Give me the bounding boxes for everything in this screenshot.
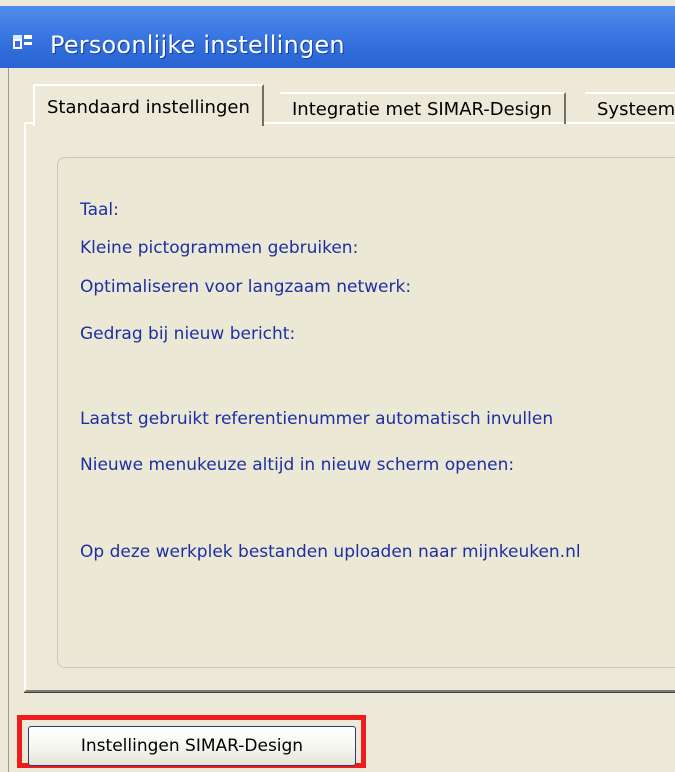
tab-standaard-instellingen[interactable]: Standaard instellingen [33,84,264,126]
new-message-behavior-label: Gedrag bij nieuw bericht: [80,324,296,344]
settings-window: Persoonlijke instellingen Standaard inst… [0,0,675,772]
upload-files-label: Op deze werkplek bestanden uploaden naar… [80,542,581,562]
tab-integratie-simar-design[interactable]: Integratie met SIMAR-Design [280,92,566,124]
tab-systeem[interactable]: Systeem [585,92,675,124]
slow-network-label: Optimaliseren voor langzaam netwerk: [80,277,412,297]
app-window-icon [12,33,34,53]
window-title: Persoonlijke instellingen [50,31,345,59]
simar-design-settings-button[interactable]: Instellingen SIMAR-Design [28,726,356,766]
auto-reference-number-label: Laatst gebruikt referentienummer automat… [80,409,554,429]
language-label: Taal: [80,200,119,220]
small-icons-label: Kleine pictogrammen gebruiken: [80,238,359,258]
new-screen-menu-label: Nieuwe menukeuze altijd in nieuw scherm … [80,455,515,475]
title-bar[interactable]: Persoonlijke instellingen [0,6,675,68]
